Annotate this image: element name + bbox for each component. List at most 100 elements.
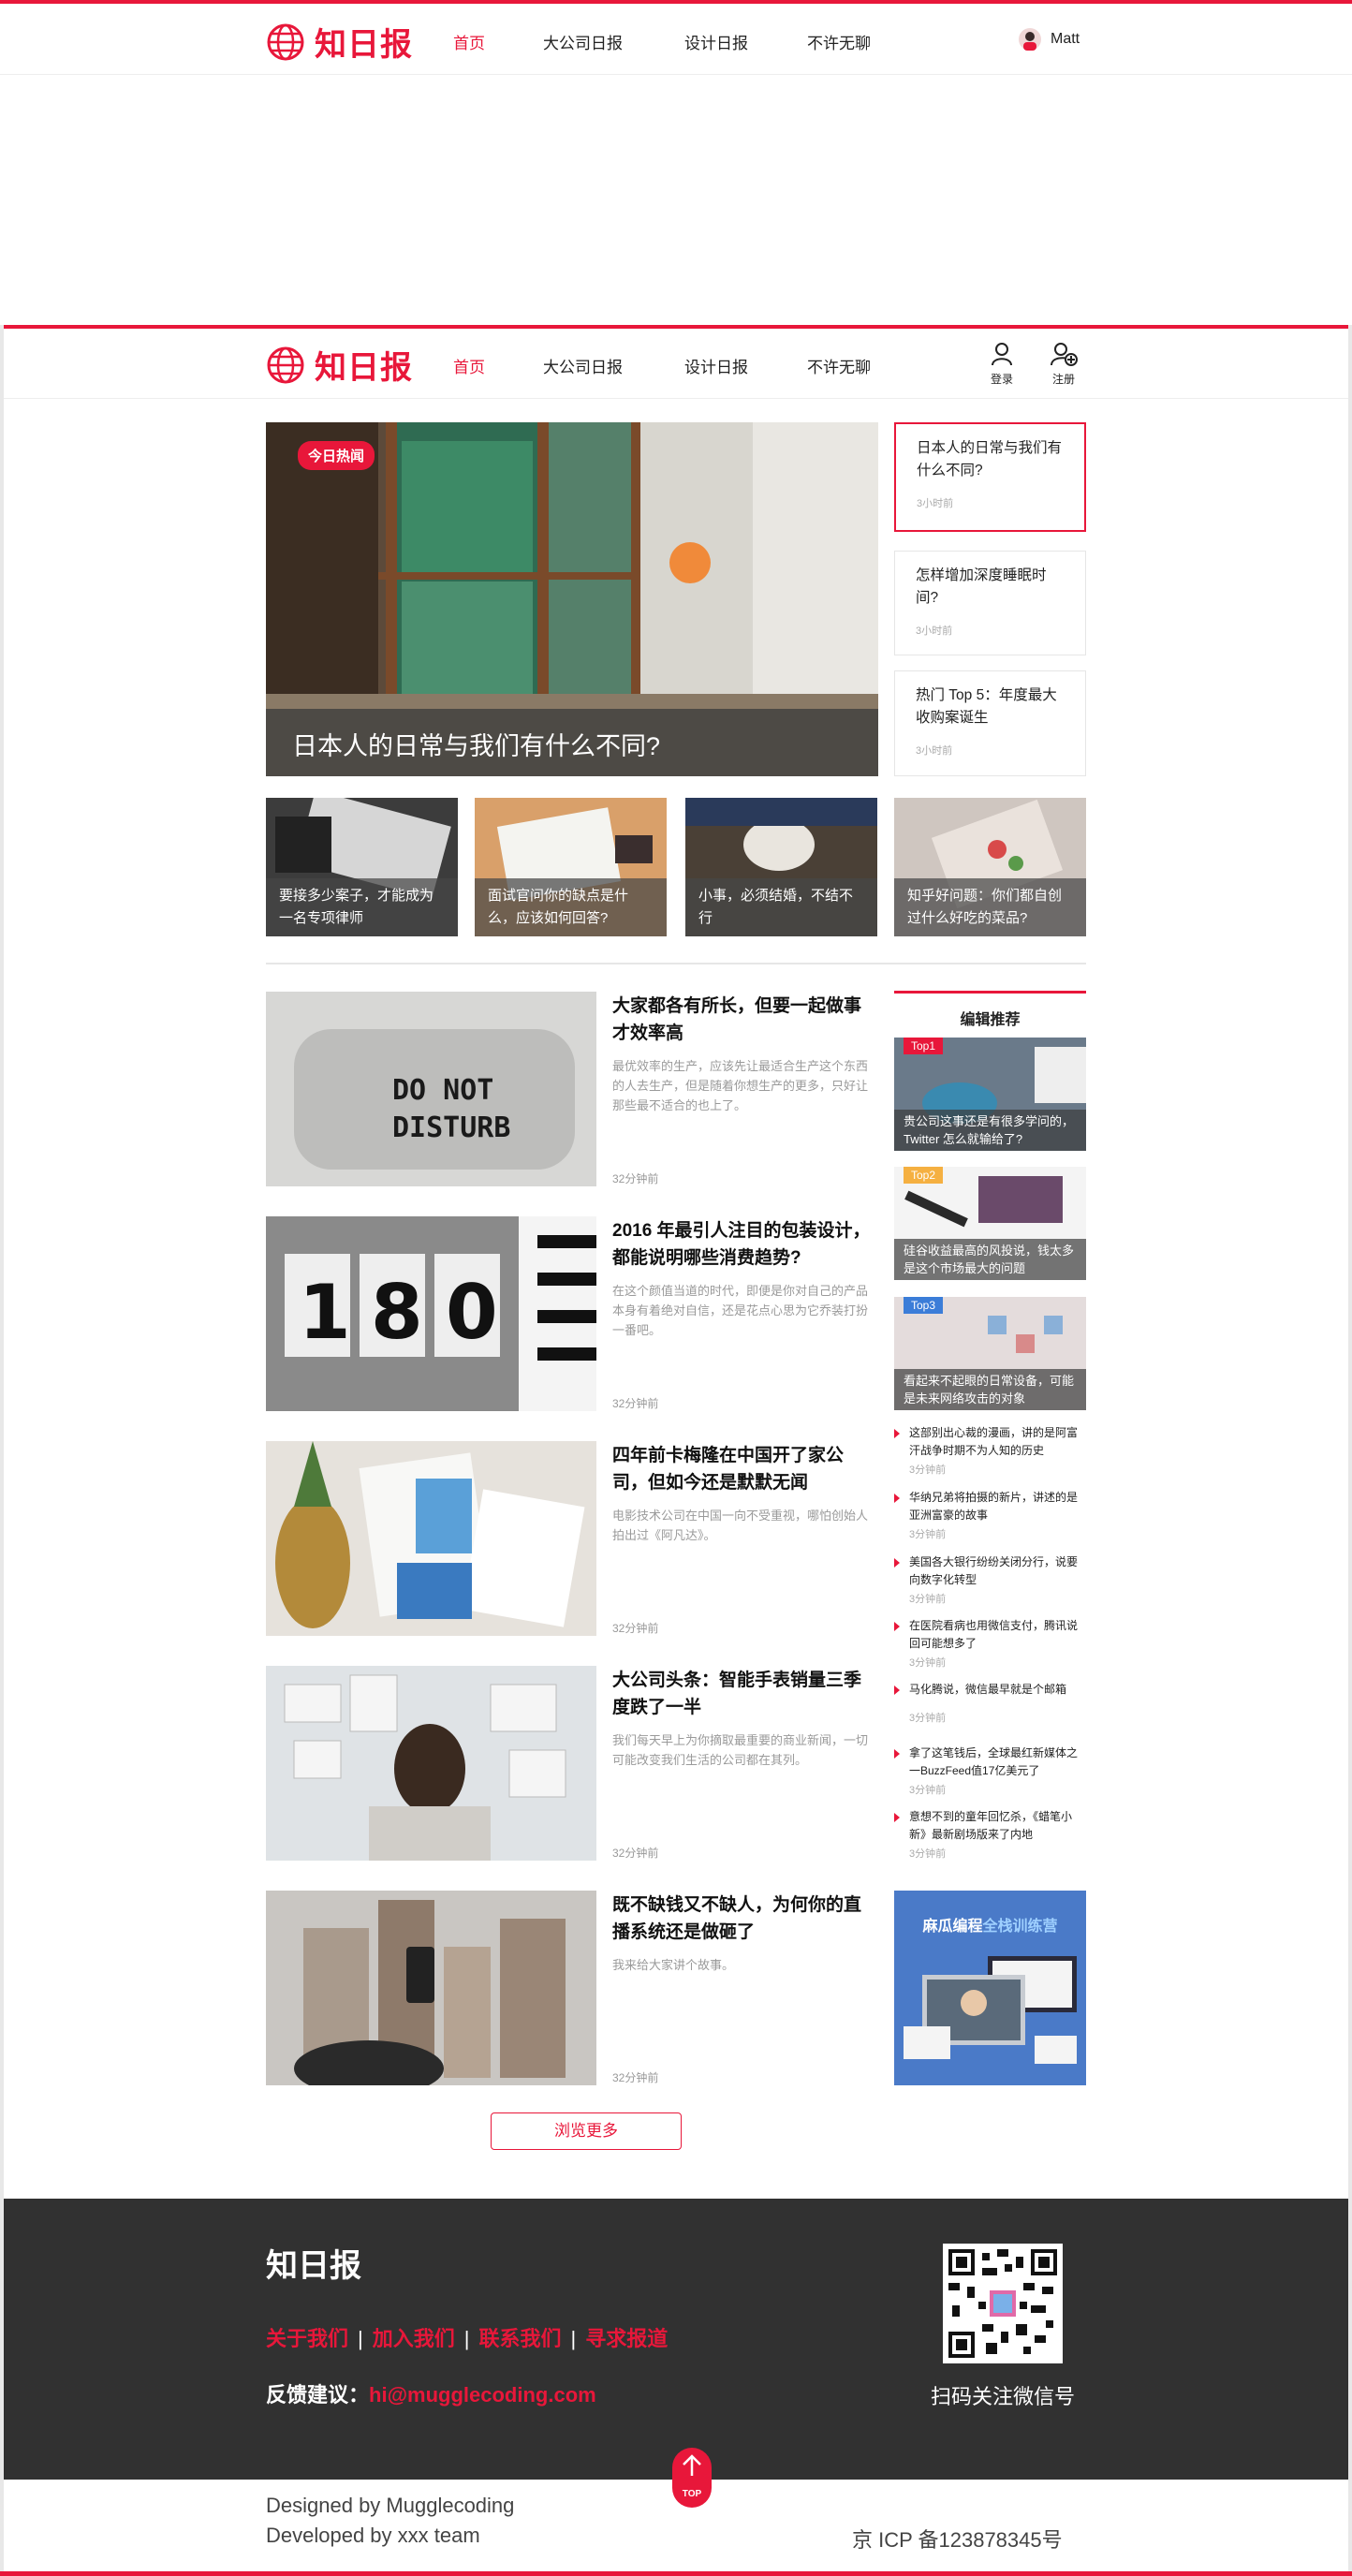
- editor-top-caption: 贵公司这事还是有很多学问的，Twitter 怎么就输给了?: [894, 1110, 1086, 1151]
- logo-text: 知日报: [315, 349, 413, 387]
- register-button[interactable]: 注册: [1045, 342, 1082, 387]
- ad-banner[interactable]: 麻瓜编程全栈训练营: [894, 1891, 1086, 2085]
- logo[interactable]: 知日报: [266, 342, 413, 388]
- thumb-card[interactable]: 知乎好问题：你们都自创过什么好吃的菜品?: [894, 798, 1086, 936]
- side-news-item[interactable]: 日本人的日常与我们有什么不同? 3小时前: [894, 422, 1086, 532]
- svg-text:1: 1: [299, 1269, 351, 1356]
- article-title[interactable]: 四年前卡梅隆在中国开了家公司，但如今还是默默无闻: [612, 1442, 877, 1496]
- thumb-caption: 知乎好问题：你们都自创过什么好吃的菜品?: [894, 878, 1086, 936]
- footer-link-contact[interactable]: 联系我们: [478, 2327, 561, 2350]
- editor-list-item[interactable]: 这部别出心裁的漫画，讲的是阿富汗战争时期不为人知的历史 3分钟前: [894, 1424, 1086, 1477]
- editor-list-title: 华纳兄弟将拍摄的新片，讲述的是亚洲富豪的故事: [909, 1491, 1079, 1522]
- editor-top-card[interactable]: Top3 看起来不起眼的日常设备，可能是未来网络攻击的对象: [894, 1297, 1086, 1410]
- numbers-image: 1 8 0: [266, 1216, 596, 1411]
- article-time: 32分钟前: [612, 1172, 659, 1185]
- editor-list-time: 3分钟前: [909, 1657, 947, 1669]
- article-desc: 我来给大家讲个故事。: [612, 1958, 735, 1972]
- editor-list-item[interactable]: 拿了这笔钱后，全球最红新媒体之一BuzzFeed值17亿美元了 3分钟前: [894, 1744, 1086, 1797]
- article-image[interactable]: [266, 1441, 596, 1636]
- editor-list-title: 美国各大银行纷纷关闭分行，说要向数字化转型: [909, 1555, 1079, 1586]
- side-news-item[interactable]: 怎样增加深度睡眠时间? 3小时前: [894, 551, 1086, 655]
- article-time: 32分钟前: [612, 2071, 659, 2084]
- article-title[interactable]: 大家都各有所长，但要一起做事才效率高: [612, 993, 877, 1047]
- thumb-caption: 小事，必须结婚，不结不行: [685, 878, 877, 936]
- footer-link-about[interactable]: 关于我们: [266, 2327, 348, 2350]
- user-menu[interactable]: Matt: [1019, 28, 1080, 51]
- article-title[interactable]: 2016 年最引人注目的包装设计，都能说明哪些消费趋势?: [612, 1217, 877, 1272]
- editor-top-card[interactable]: Top2 硅谷收益最高的风投说，钱太多是这个市场最大的问题: [894, 1167, 1086, 1280]
- logo[interactable]: 知日报: [266, 19, 413, 65]
- footer-logo: 知日报: [266, 2247, 361, 2285]
- side-news-time: 3小时前: [916, 745, 953, 757]
- nav-design[interactable]: 设计日报: [684, 30, 748, 53]
- article-time: 32分钟前: [612, 1847, 659, 1860]
- article-title[interactable]: 既不缺钱又不缺人，为何你的直播系统还是做砸了: [612, 1892, 877, 1946]
- bullet-arrow-icon: [894, 1685, 900, 1695]
- article-title[interactable]: 大公司头条：智能手表销量三季度跌了一半: [612, 1667, 877, 1721]
- editor-top-card[interactable]: Top1 贵公司这事还是有很多学问的，Twitter 怎么就输给了?: [894, 1038, 1086, 1151]
- feedback-label: 反馈建议：: [266, 2383, 370, 2407]
- svg-text:DO NOT: DO NOT: [392, 1074, 493, 1107]
- designed-by: Designed by Mugglecoding: [266, 2494, 515, 2517]
- nav-no-boring[interactable]: 不许无聊: [807, 30, 871, 53]
- article-time: 32分钟前: [612, 1397, 659, 1410]
- editor-top-tag: Top2: [904, 1167, 944, 1184]
- developed-by: Developed by xxx team: [266, 2524, 480, 2547]
- editor-list-item[interactable]: 华纳兄弟将拍摄的新片，讲述的是亚洲富豪的故事 3分钟前: [894, 1489, 1086, 1541]
- thumb-card[interactable]: 小事，必须结婚，不结不行: [685, 798, 877, 936]
- user-name: Matt: [1051, 31, 1080, 47]
- side-news-title: 日本人的日常与我们有什么不同?: [917, 440, 1063, 478]
- back-to-top-button[interactable]: TOP: [672, 2448, 712, 2508]
- editor-list-time: 3分钟前: [909, 1594, 947, 1605]
- side-news-title: 热门 Top 5：年度最大收购案诞生: [916, 687, 1057, 726]
- nav-big-company[interactable]: 大公司日报: [543, 30, 623, 53]
- nav-big-company[interactable]: 大公司日报: [543, 354, 623, 377]
- globe-icon: [267, 346, 304, 383]
- pineapple-image: [266, 1441, 596, 1636]
- hero-title: 日本人的日常与我们有什么不同?: [266, 709, 878, 776]
- ad-title: 麻瓜编程全栈训练营: [922, 1919, 1058, 1935]
- editor-list-time: 3分钟前: [909, 1465, 947, 1476]
- editor-list-title: 马化腾说，微信最早就是个邮箱: [909, 1683, 1067, 1696]
- frame-right: [1348, 325, 1352, 2576]
- side-news-item[interactable]: 热门 Top 5：年度最大收购案诞生 3小时前: [894, 670, 1086, 776]
- thumb-card[interactable]: 面试官问你的缺点是什么，应该如何回答?: [475, 798, 667, 936]
- feedback-email[interactable]: hi@mugglecoding.com: [369, 2383, 596, 2407]
- article-image[interactable]: [266, 1666, 596, 1861]
- svg-text:0: 0: [446, 1269, 498, 1356]
- avatar: [1019, 28, 1041, 51]
- load-more-button[interactable]: 浏览更多: [491, 2112, 682, 2150]
- editor-list-time: 3分钟前: [909, 1529, 947, 1540]
- article-desc: 电影技术公司在中国一向不受重视，哪怕创始人拍出过《阿凡达》。: [612, 1509, 869, 1542]
- editor-top-caption: 硅谷收益最高的风投说，钱太多是这个市场最大的问题: [894, 1239, 1086, 1280]
- globe-icon: [267, 23, 304, 60]
- editor-list-item[interactable]: 在医院看病也用微信支付，腾讯说回可能想多了 3分钟前: [894, 1617, 1086, 1670]
- article-desc: 在这个颜值当道的时代，即便是你对自己的产品本身有着绝对自信，还是花点心思为它乔装…: [612, 1284, 869, 1337]
- thumb-card[interactable]: 要接多少案子，才能成为一名专项律师: [266, 798, 458, 936]
- article-time: 32分钟前: [612, 1622, 659, 1635]
- editor-list-time: 3分钟前: [909, 1848, 947, 1860]
- editor-list-item[interactable]: 马化腾说，微信最早就是个邮箱 3分钟前: [894, 1681, 1086, 1725]
- nav-home[interactable]: 首页: [453, 30, 485, 53]
- editor-heading: 编辑推荐: [894, 991, 1086, 1029]
- editor-top-tag: Top1: [904, 1038, 944, 1054]
- article-image[interactable]: DO NOT DISTURB: [266, 992, 596, 1186]
- nav-design[interactable]: 设计日报: [684, 354, 748, 377]
- hero-banner[interactable]: 今日热闻 日本人的日常与我们有什么不同?: [266, 422, 878, 776]
- thumb-caption: 面试官问你的缺点是什么，应该如何回答?: [475, 878, 667, 936]
- bullet-arrow-icon: [894, 1429, 900, 1438]
- footer-link-report[interactable]: 寻求报道: [585, 2327, 668, 2350]
- article-image[interactable]: 1 8 0: [266, 1216, 596, 1411]
- article-desc: 最优效率的生产，应该先让最适合生产这个东西的人去生产，但是随着你想生产的更多，只…: [612, 1059, 869, 1112]
- editor-list-item[interactable]: 意想不到的童年回忆杀，《蜡笔小新》最新剧场版来了内地 3分钟前: [894, 1808, 1086, 1861]
- login-button[interactable]: 登录: [983, 342, 1021, 387]
- nav-no-boring[interactable]: 不许无聊: [807, 354, 871, 377]
- section-divider: [266, 963, 1086, 964]
- wall-image: [266, 1666, 596, 1861]
- editor-list-item[interactable]: 美国各大银行纷纷关闭分行，说要向数字化转型 3分钟前: [894, 1553, 1086, 1606]
- article-image[interactable]: [266, 1891, 596, 2085]
- city-image: [266, 1891, 596, 2085]
- nav-home[interactable]: 首页: [453, 354, 485, 377]
- editor-list-title: 这部别出心裁的漫画，讲的是阿富汗战争时期不为人知的历史: [909, 1426, 1079, 1457]
- footer-link-join[interactable]: 加入我们: [373, 2327, 455, 2350]
